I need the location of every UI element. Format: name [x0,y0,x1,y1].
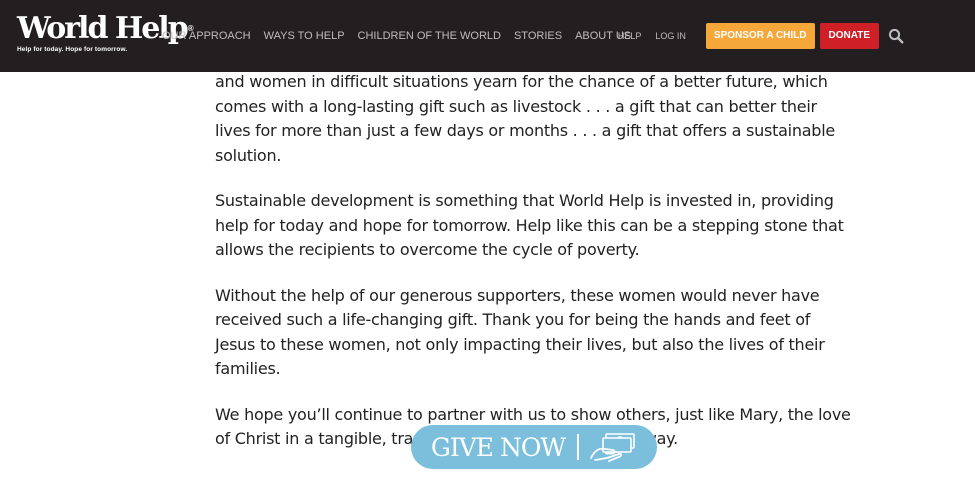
main-nav: OUR APPROACH WAYS TO HELP CHILDREN OF TH… [162,0,644,72]
article-body: and women in difficult situations yearn … [215,70,855,473]
nav-our-approach[interactable]: OUR APPROACH [162,30,251,42]
paragraph-3: Without the help of our generous support… [215,285,825,379]
money-hand-icon: $ [589,432,637,462]
nav-stories[interactable]: STORIES [514,30,562,42]
give-now-divider [577,434,580,460]
login-link[interactable]: LOG IN [655,31,686,41]
help-link[interactable]: HELP [618,31,642,41]
donate-button[interactable]: DONATE [819,23,879,49]
paragraph-1: and women in difficult situations yearn … [215,72,835,165]
give-now-container: GIVE NOW $ [411,425,657,469]
search-icon[interactable] [888,28,904,44]
give-now-label: GIVE NOW [430,432,566,462]
paragraph-2: Sustainable development is something tha… [215,191,844,259]
logo-tagline: Help for today. Hope for tomorrow. [17,46,128,53]
utility-nav: HELP LOG IN SPONSOR A CHILD DONATE [618,0,975,72]
sponsor-a-child-button[interactable]: SPONSOR A CHILD [705,23,815,49]
world-help-logo[interactable]: World Help® Help for today. Hope for tom… [17,14,194,54]
give-now-button[interactable]: GIVE NOW $ [411,425,657,469]
nav-children-of-the-world[interactable]: CHILDREN OF THE WORLD [358,30,501,42]
site-header: World Help® Help for today. Hope for tom… [0,0,975,72]
nav-ways-to-help[interactable]: WAYS TO HELP [264,30,345,42]
